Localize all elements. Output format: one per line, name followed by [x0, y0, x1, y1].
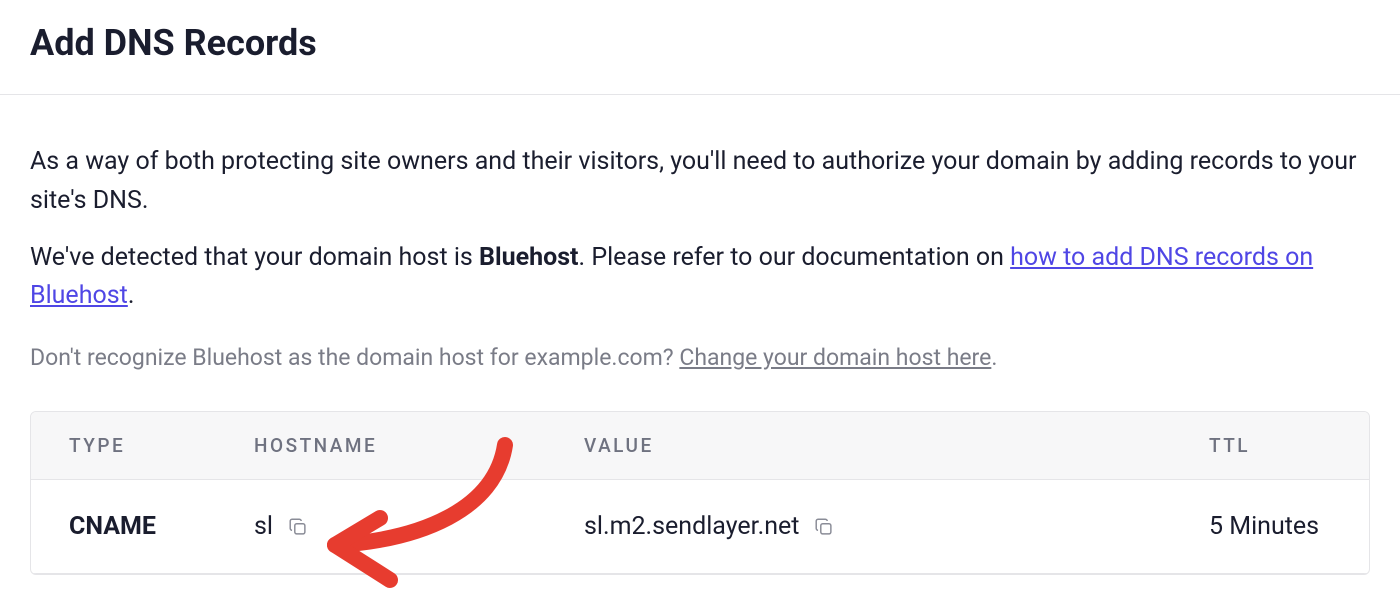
- cell-value: sl.m2.sendlayer.net: [546, 480, 1171, 574]
- th-type: TYPE: [31, 412, 216, 480]
- change-host-suffix: .: [991, 344, 997, 371]
- change-host-prefix: Don't recognize Bluehost as the domain h…: [30, 344, 679, 371]
- detected-host: Bluehost: [479, 243, 579, 272]
- intro-p2-prefix: We've detected that your domain host is: [30, 243, 479, 272]
- intro-p2-suffix: .: [128, 281, 135, 310]
- change-host-link[interactable]: Change your domain host here: [679, 344, 991, 371]
- copy-hostname-button[interactable]: [285, 514, 311, 540]
- table-row: CNAME sl sl.m2.sendlayer.n: [31, 480, 1369, 574]
- th-value: VALUE: [546, 412, 1171, 480]
- page-title: Add DNS Records: [0, 0, 1400, 94]
- cell-ttl: 5 Minutes: [1171, 480, 1369, 574]
- th-ttl: TTL: [1171, 412, 1369, 480]
- value-text: sl.m2.sendlayer.net: [584, 512, 799, 541]
- hostname-text: sl: [254, 512, 273, 541]
- copy-value-button[interactable]: [811, 514, 837, 540]
- cell-type: CNAME: [31, 480, 216, 574]
- copy-icon: [287, 516, 309, 538]
- cell-hostname: sl: [216, 480, 546, 574]
- change-host-note: Don't recognize Bluehost as the domain h…: [0, 334, 1400, 371]
- dns-records-table: TYPE HOSTNAME VALUE TTL CNAME sl: [30, 411, 1370, 575]
- th-hostname: HOSTNAME: [216, 412, 546, 480]
- intro-p2-middle: . Please refer to our documentation on: [579, 243, 1011, 272]
- intro-paragraph-1: As a way of both protecting site owners …: [30, 143, 1370, 221]
- copy-icon: [813, 516, 835, 538]
- intro-paragraph-2: We've detected that your domain host is …: [30, 239, 1370, 317]
